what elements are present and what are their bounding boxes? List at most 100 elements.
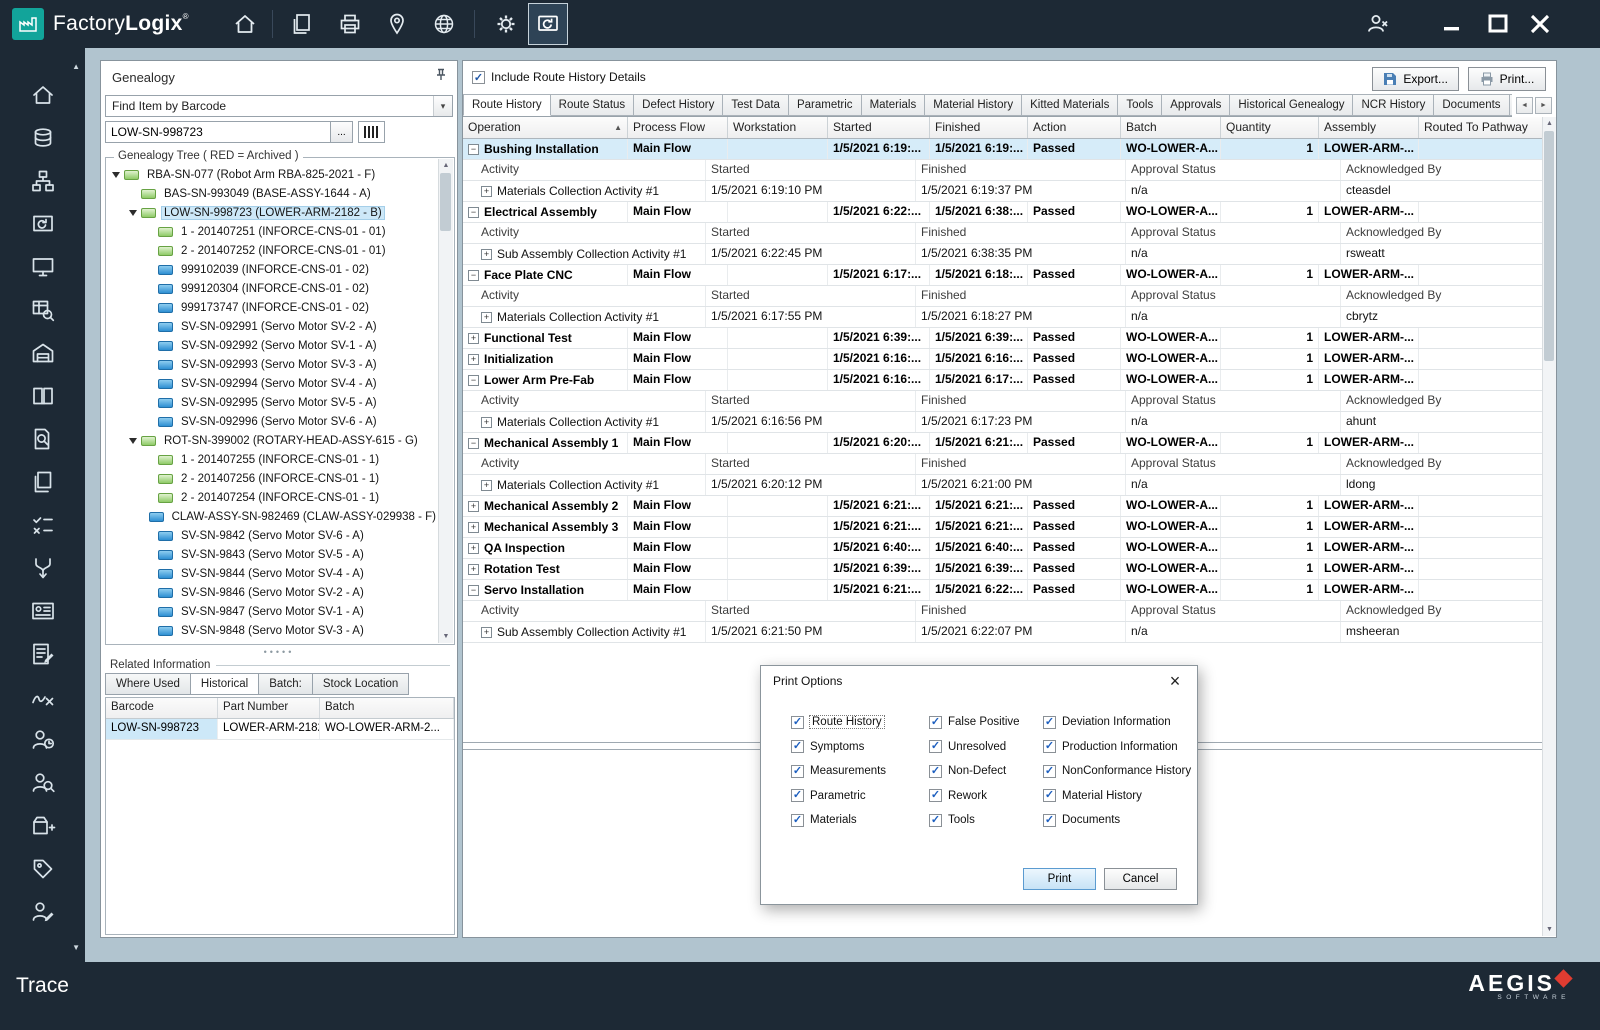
sidebar-scroll-down-icon[interactable]: ▼ [72, 943, 80, 952]
tab-parametric[interactable]: Parametric [788, 94, 862, 116]
tabs-scroll-right-icon[interactable]: ► [1535, 97, 1552, 114]
grid-scrollbar[interactable]: ▲ ▼ [1542, 117, 1556, 936]
tree-node-sv-sn-9848-servo-motor-sv-3-a[interactable]: SV-SN-9848 (Servo Motor SV-3 - A) [107, 621, 439, 640]
tab-documents[interactable]: Documents [1434, 94, 1510, 116]
activity-row-sub-assembly-collection-activity-1[interactable]: + Sub Assembly Collection Activity #1 1/5/… [463, 622, 1545, 643]
tree-node-sv-sn-092991-servo-motor-sv-2-a[interactable]: SV-SN-092991 (Servo Motor SV-2 - A) [107, 317, 439, 336]
tree-node-claw-assy-sn-982469-claw-assy-0299[interactable]: CLAW-ASSY-SN-982469 (CLAW-ASSY-029938 - … [107, 507, 439, 526]
dialog-checkbox-materials[interactable]: ✓ Materials [791, 808, 886, 833]
tree-node-rba-sn-077-robot-arm-rba-825-2021-[interactable]: RBA-SN-077 (Robot Arm RBA-825-2021 - F) [107, 165, 439, 184]
expand-toggle-icon[interactable]: + [468, 563, 479, 575]
maximize-button[interactable] [1478, 4, 1518, 44]
column-header-finished[interactable]: Finished [930, 117, 1028, 138]
tree-scrollbar[interactable]: ▲ ▼ [438, 159, 453, 643]
scroll-down-icon[interactable]: ▼ [439, 630, 453, 643]
tree-node-sv-sn-092992-servo-motor-sv-1-a[interactable]: SV-SN-092992 (Servo Motor SV-1 - A) [107, 336, 439, 355]
expand-toggle-icon[interactable]: + [481, 626, 492, 638]
column-header-quantity[interactable]: Quantity [1221, 117, 1319, 138]
sidebar-item-warehouse[interactable] [0, 334, 85, 377]
tree-node-1-201407251-inforce-cns-01-01[interactable]: 1 - 201407251 (INFORCE-CNS-01 - 01) [107, 222, 439, 241]
dialog-checkbox-route-history[interactable]: ✓ Route History [791, 710, 886, 735]
collapse-toggle-icon[interactable]: − [468, 437, 479, 449]
column-header-started[interactable]: Started [828, 117, 930, 138]
column-header-process-flow[interactable]: Process Flow [628, 117, 728, 138]
barcode-scan-button[interactable] [358, 121, 385, 143]
tree-node-sv-sn-092995-servo-motor-sv-5-a[interactable]: SV-SN-092995 (Servo Motor SV-5 - A) [107, 393, 439, 412]
related-tab-where-used[interactable]: Where Used [105, 673, 190, 695]
tabs-scroll-left-icon[interactable]: ◄ [1516, 97, 1533, 114]
sidebar-item-device-monitor[interactable] [0, 248, 85, 291]
expand-toggle-icon[interactable]: + [468, 542, 479, 554]
minimize-button[interactable] [1432, 4, 1472, 44]
expand-toggle-icon[interactable]: + [481, 416, 492, 428]
expand-toggle-icon[interactable]: + [468, 332, 479, 344]
sidebar-item-documentation-book[interactable] [0, 377, 85, 420]
print-button[interactable]: Print... [1468, 67, 1546, 91]
dialog-checkbox-nonconformance-history[interactable]: ✓ NonConformance History [1043, 759, 1191, 784]
tab-approvals[interactable]: Approvals [1162, 94, 1231, 116]
related-tab-batch[interactable]: Batch: [258, 673, 312, 695]
operation-row-mechanical-assembly-3[interactable]: + Mechanical Assembly 3 Main Flow 1/5/2021 … [463, 517, 1545, 538]
column-header-assembly[interactable]: Assembly [1319, 117, 1419, 138]
column-header-batch[interactable]: Batch [1121, 117, 1221, 138]
dialog-print-button[interactable]: Print [1023, 868, 1096, 890]
tree-node-sv-sn-9846-servo-motor-sv-2-a[interactable]: SV-SN-9846 (Servo Motor SV-2 - A) [107, 583, 439, 602]
tab-route-history[interactable]: Route History [463, 94, 551, 116]
activity-row-materials-collection-activity-1[interactable]: + Materials Collection Activity #1 1/5/202… [463, 181, 1545, 202]
dialog-checkbox-material-history[interactable]: ✓ Material History [1043, 784, 1191, 809]
location-pin-button[interactable] [377, 4, 417, 44]
sidebar-item-label-tag[interactable] [0, 850, 85, 893]
tree-node-2-201407256-inforce-cns-01-1[interactable]: 2 - 201407256 (INFORCE-CNS-01 - 1) [107, 469, 439, 488]
sidebar-item-user-search[interactable] [0, 764, 85, 807]
operation-row-bushing-installation[interactable]: − Bushing Installation Main Flow 1/5/2021 6… [463, 139, 1545, 160]
activity-row-materials-collection-activity-1[interactable]: + Materials Collection Activity #1 1/5/202… [463, 475, 1545, 496]
splitter-handle[interactable]: ••••• [101, 647, 457, 657]
tab-kitted-materials[interactable]: Kitted Materials [1022, 94, 1119, 116]
tab-material-history[interactable]: Material History [925, 94, 1023, 116]
scroll-thumb[interactable] [440, 173, 451, 231]
sidebar-item-home[interactable] [0, 76, 85, 119]
close-button[interactable] [1520, 4, 1560, 44]
browse-button[interactable]: ... [331, 121, 353, 143]
tree-node-bas-sn-993049-base-assy-1644-a[interactable]: BAS-SN-993049 (BASE-ASSY-1644 - A) [107, 184, 439, 203]
sidebar-item-merge[interactable] [0, 549, 85, 592]
chevron-down-icon[interactable]: ▾ [433, 96, 452, 116]
sidebar-item-production-data[interactable] [0, 119, 85, 162]
tab-ncr-history[interactable]: NCR History [1353, 94, 1435, 116]
operation-row-initialization[interactable]: + Initialization Main Flow 1/5/2021 6:16:..… [463, 349, 1545, 370]
operation-row-electrical-assembly[interactable]: − Electrical Assembly Main Flow 1/5/2021 6:… [463, 202, 1545, 223]
barcode-input[interactable] [105, 121, 331, 143]
column-header-routed-to-pathway[interactable]: Routed To Pathway [1419, 117, 1545, 138]
scroll-up-icon[interactable]: ▲ [1543, 117, 1556, 130]
sidebar-item-user-edit[interactable] [0, 893, 85, 936]
collapse-toggle-icon[interactable]: − [468, 374, 479, 386]
tree-node-sv-sn-092996-servo-motor-sv-6-a[interactable]: SV-SN-092996 (Servo Motor SV-6 - A) [107, 412, 439, 431]
operation-row-mechanical-assembly-2[interactable]: + Mechanical Assembly 2 Main Flow 1/5/2021 … [463, 496, 1545, 517]
tree-node-2-201407254-inforce-cns-01-1[interactable]: 2 - 201407254 (INFORCE-CNS-01 - 1) [107, 488, 439, 507]
column-header-workstation[interactable]: Workstation [728, 117, 828, 138]
dialog-cancel-button[interactable]: Cancel [1104, 868, 1177, 890]
related-tab-historical[interactable]: Historical [189, 673, 259, 695]
tree-node-sv-sn-092993-servo-motor-sv-3-a[interactable]: SV-SN-092993 (Servo Motor SV-3 - A) [107, 355, 439, 374]
activity-row-materials-collection-activity-1[interactable]: + Materials Collection Activity #1 1/5/202… [463, 307, 1545, 328]
tab-test-data[interactable]: Test Data [723, 94, 789, 116]
globe-button[interactable] [424, 4, 464, 44]
documents-button[interactable] [282, 4, 322, 44]
tab-route-status[interactable]: Route Status [550, 94, 635, 116]
dialog-checkbox-symptoms[interactable]: ✓ Symptoms [791, 735, 886, 760]
sidebar-item-receive-parts[interactable] [0, 807, 85, 850]
sidebar-item-user-time[interactable] [0, 721, 85, 764]
search-mode-dropdown[interactable]: Find Item by Barcode ▾ [105, 95, 453, 117]
printer-button[interactable] [330, 4, 370, 44]
dialog-checkbox-unresolved[interactable]: ✓ Unresolved [929, 735, 1020, 760]
collapse-triangle-icon[interactable] [128, 209, 138, 216]
sidebar-item-copy-pages[interactable] [0, 463, 85, 506]
collapse-toggle-icon[interactable]: − [468, 584, 479, 596]
sidebar-item-quality-check[interactable] [0, 506, 85, 549]
operation-row-rotation-test[interactable]: + Rotation Test Main Flow 1/5/2021 6:39:...… [463, 559, 1545, 580]
dialog-checkbox-deviation-information[interactable]: ✓ Deviation Information [1043, 710, 1191, 735]
tab-ce[interactable]: Ce [1509, 94, 1512, 116]
tree-node-sv-sn-9842-servo-motor-sv-6-a[interactable]: SV-SN-9842 (Servo Motor SV-6 - A) [107, 526, 439, 545]
tree-node-sv-sn-9844-servo-motor-sv-4-a[interactable]: SV-SN-9844 (Servo Motor SV-4 - A) [107, 564, 439, 583]
expand-toggle-icon[interactable]: + [481, 479, 492, 491]
